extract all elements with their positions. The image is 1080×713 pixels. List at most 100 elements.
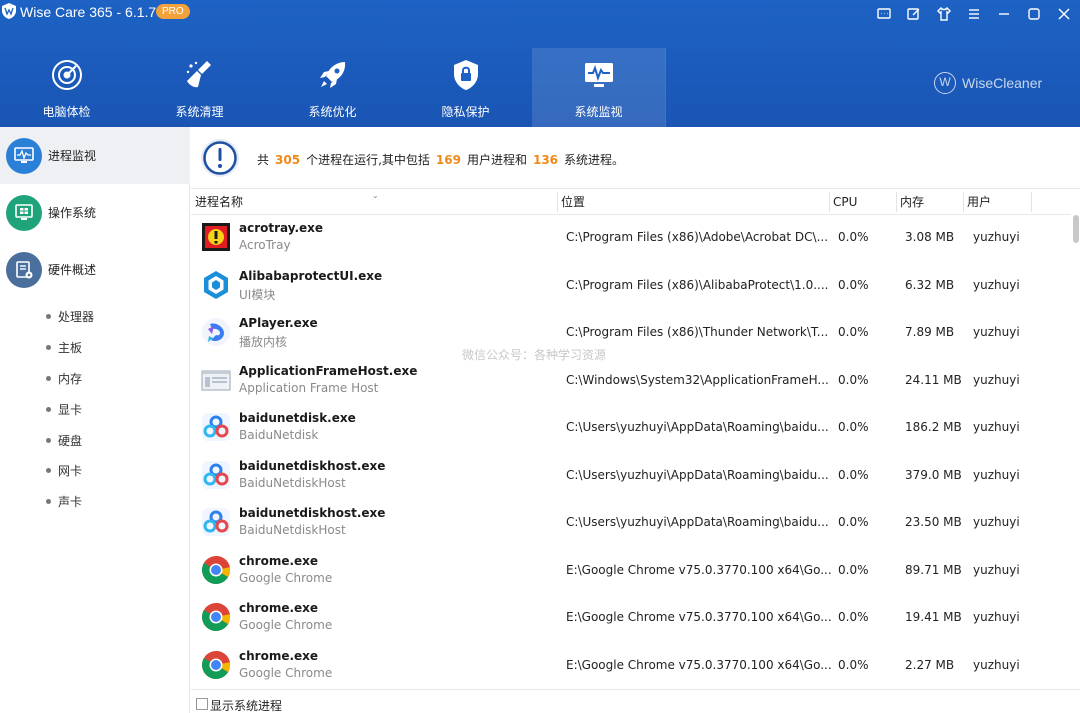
table-footer: 显示系统进程 [191,689,1080,713]
sidebar-item-os[interactable]: 操作系统 [0,184,190,241]
sub-item-cpu[interactable]: 处理器 [46,306,94,326]
process-memory: 7.89 MB [905,325,955,339]
process-name: acrotray.exe [239,221,324,235]
process-location: C:\Users\yuzhuyi\AppData\Roaming\baidu..… [566,467,829,482]
process-memory: 6.32 MB [905,277,955,292]
process-user: yuzhuyi [973,230,1020,244]
baidu-netdisk-icon [202,460,230,489]
table-row[interactable]: chrome.exe Google Chrome E:\Google Chrom… [191,595,1071,643]
brand-mark: W [934,72,956,94]
aplayer-icon [202,318,230,346]
bullet-icon [46,313,51,319]
process-user: yuzhuyi [973,610,1020,624]
process-location: C:\Program Files (x86)\Adobe\Acrobat DC\… [566,230,829,244]
bullet-icon [46,344,51,350]
column-separator [896,192,897,212]
skin-icon[interactable] [934,4,954,24]
process-cpu: 0.0% [838,467,869,482]
column-memory[interactable]: 内存 [900,189,924,215]
process-name: chrome.exe [239,648,319,663]
process-summary: 共 305 个进程在运行,其中包括 169 用户进程和 136 系统进程。 [191,127,1080,189]
process-name: AlibabaprotectUI.exe [239,268,383,283]
total-process-count: 305 [275,153,301,167]
table-row[interactable]: ApplicationFrameHost.exe Application Fra… [191,358,1071,406]
process-cpu: 0.0% [838,515,869,529]
tab-system-clean[interactable]: 系统清理 [133,48,266,127]
sidebar-item-label: 硬件概述 [48,263,97,277]
column-separator [557,192,558,212]
sub-item-label: 硬盘 [58,433,83,448]
summary-suffix: 系统进程。 [564,153,625,167]
sub-item-label: 主板 [58,340,83,355]
tab-pc-checkup[interactable]: 电脑体检 [0,48,133,127]
menu-icon[interactable] [964,4,984,24]
process-location: E:\Google Chrome v75.0.3770.100 x64\Go..… [566,610,832,624]
sidebar-item-process-monitor[interactable]: 进程监视 [0,127,190,184]
maximize-icon[interactable] [1024,4,1044,24]
process-user: yuzhuyi [973,372,1020,387]
table-row[interactable]: baidunetdisk.exe BaiduNetdisk C:\Users\y… [191,405,1071,453]
tab-system-monitor[interactable]: 系统监视 [532,48,665,127]
process-location: C:\Program Files (x86)\AlibabaProtect\1.… [566,277,829,292]
hardware-icon [6,251,42,288]
process-description: Google Chrome [239,665,333,680]
bullet-icon [46,498,51,504]
scrollbar-thumb[interactable] [1073,215,1079,243]
table-row[interactable]: baidunetdiskhost.exe BaiduNetdiskHost C:… [191,453,1071,501]
process-user: yuzhuyi [973,562,1020,577]
feedback-icon[interactable] [874,4,894,24]
minimize-icon[interactable] [994,4,1014,24]
application-frame-icon [201,370,231,390]
show-system-process-checkbox[interactable] [196,698,208,710]
baidu-netdisk-icon [202,508,230,536]
table-row[interactable]: APlayer.exe 播放内核 C:\Program Files (x86)\… [191,310,1071,358]
column-cpu[interactable]: CPU [833,189,857,215]
broom-icon [183,58,217,92]
sub-item-sound[interactable]: 声卡 [46,491,82,511]
process-cpu: 0.0% [838,325,869,339]
table-row[interactable]: chrome.exe Google Chrome E:\Google Chrom… [191,643,1071,690]
wisecleaner-brand: W WiseCleaner [934,72,1042,94]
close-icon[interactable] [1054,4,1074,24]
column-user[interactable]: 用户 [967,189,991,215]
table-row[interactable]: acrotray.exe AcroTray C:\Program Files (… [191,215,1071,263]
column-process-name[interactable]: 进程名称 [195,189,243,215]
radar-icon [50,58,84,92]
sub-item-label: 声卡 [58,494,83,509]
process-name: APlayer.exe [239,316,318,330]
process-location: E:\Google Chrome v75.0.3770.100 x64\Go..… [566,562,832,577]
app-title: Wise Care 365 - 6.1.7 [20,4,157,20]
monitor-icon [6,137,42,174]
user-process-count: 169 [435,153,461,167]
show-system-process-label[interactable]: 显示系统进程 [210,697,282,713]
summary-mid1: 个进程在运行,其中包括 [306,153,430,167]
process-user: yuzhuyi [973,657,1020,672]
column-location[interactable]: 位置 [561,189,585,215]
sub-item-label: 显卡 [58,402,83,417]
nav-divider [665,48,666,127]
sub-item-network[interactable]: 网卡 [46,460,82,480]
sub-item-memory[interactable]: 内存 [46,368,82,388]
process-memory: 24.11 MB [905,372,962,387]
column-separator [963,192,964,212]
bullet-icon [46,437,51,443]
tab-label: 电脑体检 [42,105,91,119]
process-description: Google Chrome [239,618,333,632]
table-row[interactable]: AlibabaprotectUI.exe UI模块 C:\Program Fil… [191,263,1071,311]
process-user: yuzhuyi [973,325,1020,339]
sub-item-motherboard[interactable]: 主板 [46,337,82,357]
vertical-scrollbar[interactable] [1072,215,1080,689]
info-icon [201,139,239,177]
edit-icon[interactable] [904,4,924,24]
process-memory: 89.71 MB [905,562,962,577]
sidebar-item-hardware[interactable]: 硬件概述 [0,241,190,298]
table-row[interactable]: baidunetdiskhost.exe BaiduNetdiskHost C:… [191,500,1071,548]
table-row[interactable]: chrome.exe Google Chrome E:\Google Chrom… [191,548,1071,596]
process-name: chrome.exe [239,601,319,615]
sub-item-disk[interactable]: 硬盘 [46,430,82,450]
tab-privacy-protect[interactable]: 隐私保护 [399,48,532,127]
title-bar: Wise Care 365 - 6.1.7 PRO [0,0,1080,26]
sidebar: 进程监视 操作系统 硬件概述 处理器 主板 内存 显卡 硬盘 网卡 声卡 [0,127,190,713]
tab-system-optimize[interactable]: 系统优化 [266,48,399,127]
sub-item-gpu[interactable]: 显卡 [46,399,82,419]
